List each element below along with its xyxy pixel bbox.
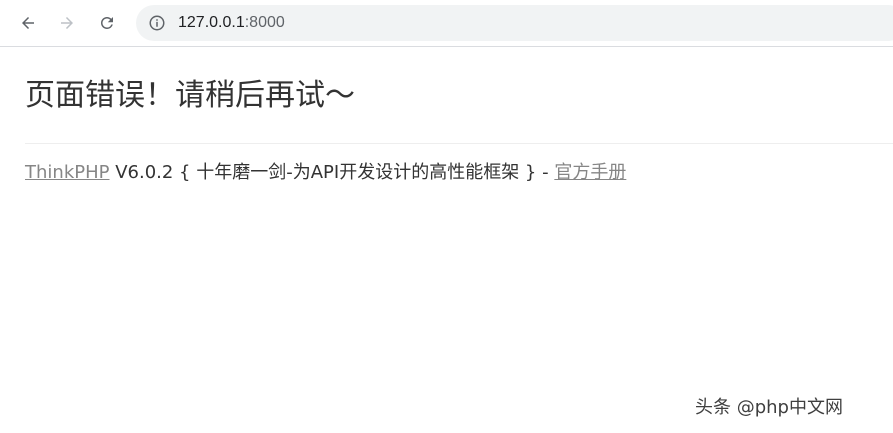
watermark: 头条 @php中文网 [695, 397, 843, 418]
manual-link[interactable]: 官方手册 [554, 162, 626, 183]
separator-text: - [536, 162, 555, 183]
thinkphp-link[interactable]: ThinkPHP [25, 162, 109, 183]
divider [25, 143, 893, 144]
version-text: V6.0.2 [109, 162, 180, 183]
reload-icon [101, 17, 113, 29]
reload-button[interactable] [92, 8, 122, 38]
forward-button[interactable] [52, 8, 82, 38]
info-icon[interactable] [148, 14, 166, 32]
page-title: 页面错误！请稍后再试～ [25, 78, 355, 113]
copyright-line: ThinkPHP V6.0.2 { 十年磨一剑-为API开发设计的高性能框架 }… [25, 160, 626, 186]
arrow-right-icon [61, 17, 73, 29]
browser-toolbar: 127.0.0.1:8000 [0, 0, 893, 47]
url-text[interactable]: 127.0.0.1:8000 [178, 13, 285, 33]
address-bar[interactable]: 127.0.0.1:8000 [136, 5, 893, 41]
slogan-text: { 十年磨一剑-为API开发设计的高性能框架 } [179, 162, 537, 183]
back-button[interactable] [13, 8, 43, 38]
url-host: 127.0.0.1 [178, 14, 245, 31]
url-port: :8000 [244, 14, 285, 31]
arrow-left-icon [22, 17, 34, 29]
